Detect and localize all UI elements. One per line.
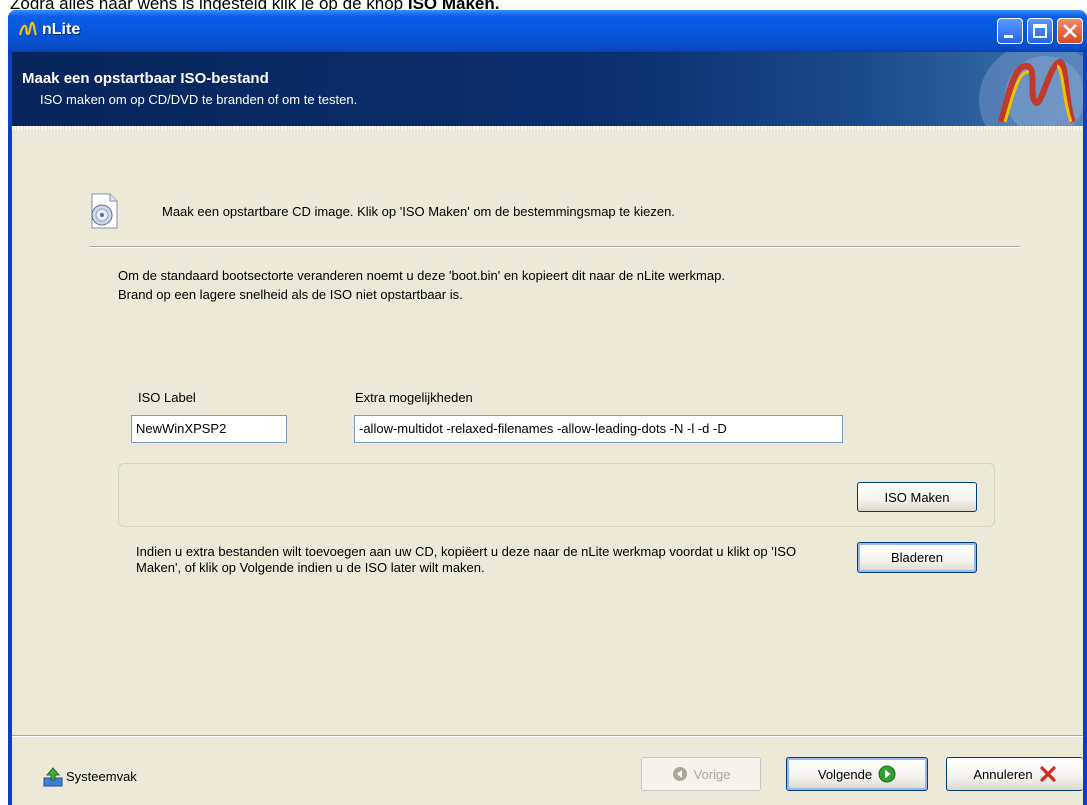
maximize-button[interactable] [1027,18,1053,44]
cancel-button[interactable]: Annuleren [946,757,1083,791]
nlite-header-logo-icon [979,52,1083,126]
nlite-window: nLite Maak een opstartbaar ISO-bestand I… [8,10,1087,805]
divider [90,246,1020,248]
extra-files-description: Indien u extra bestanden wilt toevoegen … [136,544,797,575]
extra-options-input[interactable]: -allow-multidot -relaxed-filenames -allo… [354,415,843,443]
forward-arrow-icon [878,765,896,783]
browse-button[interactable]: Bladeren [857,542,977,573]
extra-options-label: Extra mogelijkheden [355,390,473,405]
page-subtitle: ISO maken om op CD/DVD te branden of om … [40,92,358,107]
cancel-x-icon [1040,766,1056,782]
note-line-2: Brand op een lagere snelheid als de ISO … [118,287,463,302]
close-icon [1063,24,1077,38]
make-iso-button[interactable]: ISO Maken [857,482,977,512]
previous-label: Vorige [693,766,731,782]
window-title: nLite [42,21,81,38]
next-button[interactable]: Volgende [786,757,928,791]
wizard-client-area: Maak een opstartbaar ISO-bestand ISO mak… [12,52,1083,805]
maximize-icon [1033,24,1047,38]
close-button[interactable] [1057,18,1083,44]
title-bar[interactable]: nLite [8,10,1087,52]
minimize-icon [1004,35,1013,38]
back-arrow-icon [672,767,687,781]
iso-label-input[interactable]: NewWinXPSP2 [131,415,287,443]
bootsector-note: Om de standaard bootsectorte veranderen … [118,266,725,304]
minimize-button[interactable] [997,18,1023,44]
systray-arrow-icon [43,767,63,787]
note-line-1: Om de standaard bootsectorte veranderen … [118,268,725,283]
systray-label[interactable]: Systeemvak [66,769,137,784]
header-separator [12,126,1083,130]
nlite-logo-icon [18,21,38,36]
iso-action-panel: ISO Maken [118,463,995,527]
cd-image-icon [91,193,118,229]
previous-button[interactable]: Vorige [641,757,761,791]
next-label: Volgende [817,766,873,782]
footer-divider [12,735,1083,737]
iso-label-label: ISO Label [138,390,196,405]
cancel-label: Annuleren [973,766,1033,782]
page-title: Maak een opstartbaar ISO-bestand [22,70,269,87]
wizard-header: Maak een opstartbaar ISO-bestand ISO mak… [12,52,1083,126]
info-text: Maak een opstartbare CD image. Klik op '… [162,204,675,219]
